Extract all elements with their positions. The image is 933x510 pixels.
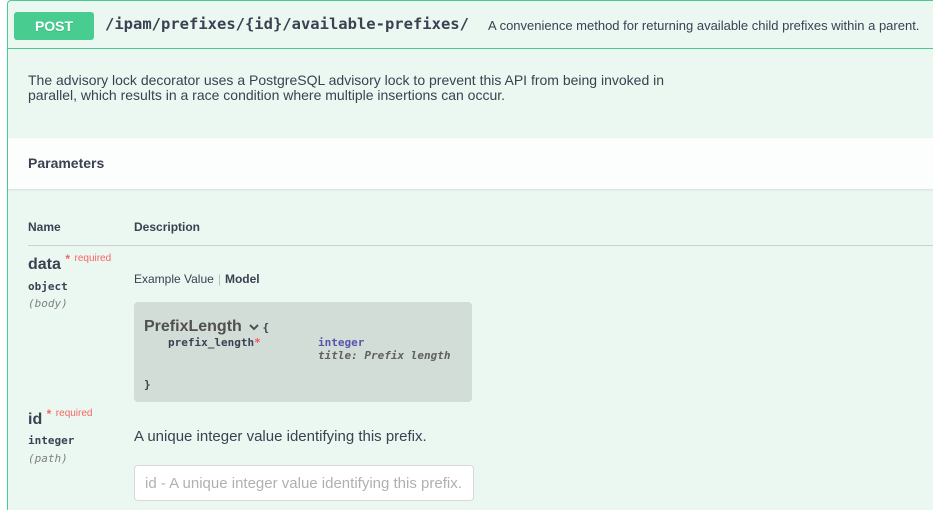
param-name-data: data * required [28, 252, 112, 274]
param-in: (path) [28, 452, 68, 465]
model-name: PrefixLength [144, 318, 242, 335]
model-open-brace: { [262, 321, 270, 334]
tab-separator: | [217, 272, 221, 286]
parameters-section-header: Parameters [8, 138, 933, 189]
header-divider [28, 245, 933, 246]
model-box: PrefixLength { prefix_length* integer ti… [134, 302, 472, 402]
operation-path: /ipam/prefixes/{id}/available-prefixes/ [105, 15, 469, 33]
operation-description: The advisory lock decorator uses a Postg… [28, 72, 665, 103]
property-required-star: * [254, 336, 261, 349]
http-method-badge: POST [14, 12, 94, 40]
model-close-brace: } [144, 378, 151, 391]
chevron-down-icon[interactable] [246, 320, 263, 334]
model-property-type: integer [318, 336, 365, 349]
required-star: * [46, 407, 52, 421]
operation-summary[interactable]: POST /ipam/prefixes/{id}/available-prefi… [8, 1, 933, 49]
model-property-name: prefix_length* [168, 336, 261, 349]
parameters-title: Parameters [28, 155, 105, 171]
param-type: object [28, 280, 68, 293]
required-label: required [74, 253, 112, 264]
required-star: * [65, 252, 71, 266]
operation-summary-text: A convenience method for returning avail… [488, 18, 920, 33]
param-id-description: A unique integer value identifying this … [134, 428, 427, 445]
operation-block-post: POST /ipam/prefixes/{id}/available-prefi… [7, 0, 933, 510]
required-label: required [55, 408, 93, 419]
tab-model[interactable]: Model [225, 272, 260, 286]
param-name-id: id * required [28, 407, 93, 429]
param-in: (body) [28, 297, 68, 310]
model-property-title: title: Prefix length [318, 349, 451, 362]
column-header-name: Name [28, 220, 61, 234]
model-title[interactable]: PrefixLength { [144, 318, 269, 336]
id-input[interactable] [134, 465, 474, 501]
param-type: integer [28, 434, 75, 447]
tab-example-value[interactable]: Example Value [134, 272, 214, 286]
param-name-text: id [28, 411, 43, 428]
example-model-tabs: Example Value | Model [134, 272, 260, 286]
property-name-text: prefix_length [168, 336, 255, 349]
param-name-text: data [28, 256, 61, 273]
column-header-description: Description [134, 220, 201, 234]
